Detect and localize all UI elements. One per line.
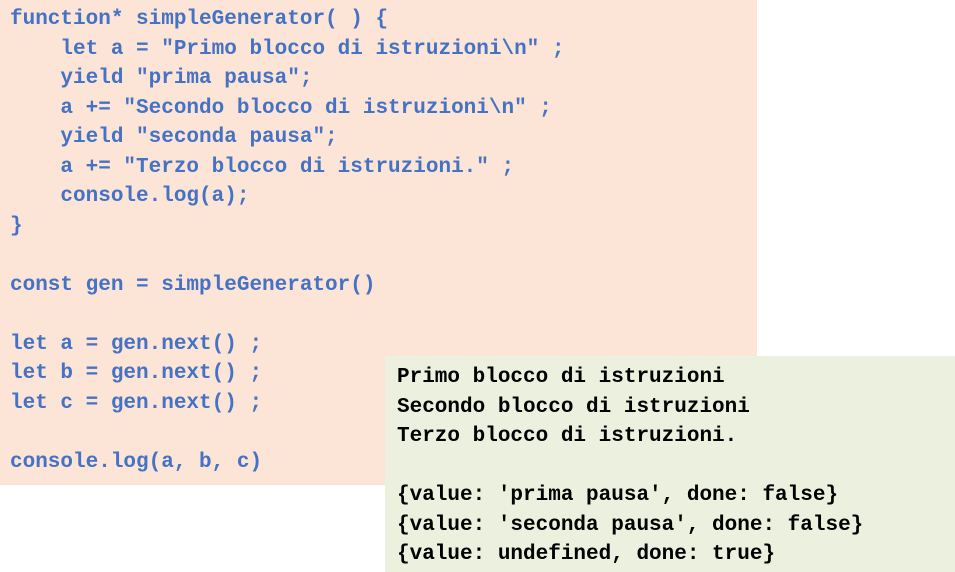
- output-line-4: [397, 452, 863, 482]
- code-line-4: a += "Secondo blocco di istruzioni\n" ;: [10, 96, 552, 120]
- output-line-6: {value: 'seconda pausa', done: false}: [397, 513, 864, 537]
- code-line-11: [10, 300, 565, 330]
- code-line-7: console.log(a);: [10, 185, 250, 208]
- output-line-2: Secondo blocco di istruzioni: [397, 395, 750, 419]
- output-line-3: Terzo blocco di istruzioni.: [397, 425, 738, 448]
- code-line-5: yield "seconda pausa";: [10, 126, 338, 149]
- code-line-2: let a = "Primo blocco di istruzioni\n" ;: [10, 37, 565, 61]
- console-output-panel: Primo blocco di istruzioni Secondo blocc…: [385, 356, 955, 572]
- code-line-8: }: [10, 214, 23, 238]
- output-line-1: Primo blocco di istruzioni: [397, 366, 725, 389]
- code-line-10: const gen = simpleGenerator(): [10, 273, 376, 297]
- output-lines: Primo blocco di istruzioni Secondo blocc…: [397, 363, 863, 570]
- code-line-12: let a = gen.next() ;: [10, 332, 263, 356]
- code-line-3: yield "prima pausa";: [10, 67, 313, 90]
- output-line-5: {value: 'prima pausa', done: false}: [397, 484, 839, 507]
- code-line-9: [10, 241, 565, 271]
- code-line-6: a += "Terzo blocco di istruzioni." ;: [10, 155, 515, 179]
- output-line-7: {value: undefined, done: true}: [397, 543, 776, 566]
- code-line-1: function* simpleGenerator( ) {: [10, 8, 389, 31]
